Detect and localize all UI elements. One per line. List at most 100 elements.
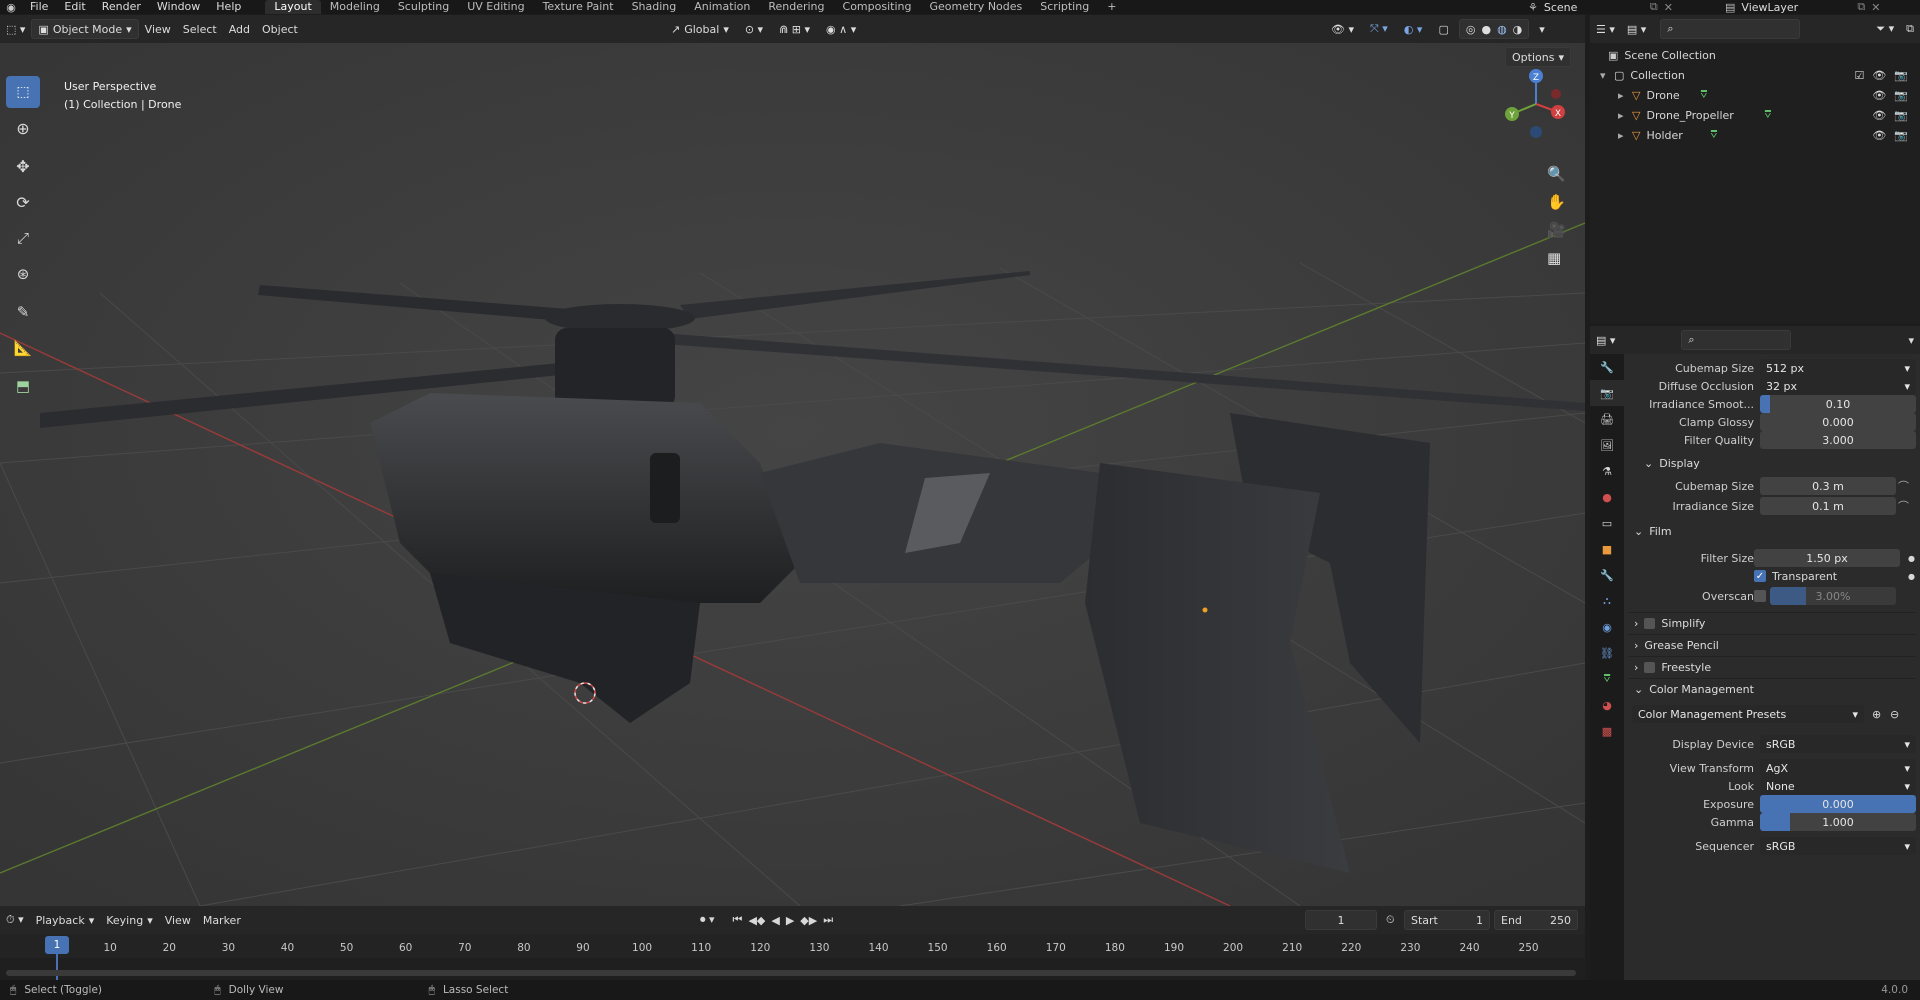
view-layer-new-icon[interactable]: ⧉ (1857, 0, 1865, 14)
grease-pencil-section-header[interactable]: › Grease Pencil (1628, 634, 1916, 656)
render-camera-icon[interactable]: 📷 (1894, 129, 1908, 142)
proportional-edit-icon[interactable]: ◉ ∧ ▾ (820, 19, 862, 39)
clamp-glossy-field[interactable]: 0.000 (1760, 413, 1916, 431)
tab-texture-paint[interactable]: Texture Paint (534, 0, 623, 14)
view-layer-tab-icon[interactable]: 🖼 (1590, 432, 1624, 458)
freestyle-checkbox[interactable] (1644, 662, 1656, 673)
timeline-editor-type-icon[interactable]: ⏱ ▾ (0, 910, 30, 930)
mode-dropdown[interactable]: ▣ Object Mode ▾ (31, 19, 139, 39)
clock-icon[interactable]: ⏲ (1386, 913, 1395, 927)
visibility-eye-icon[interactable]: 👁 (1872, 69, 1886, 82)
collection-tab-icon[interactable]: ▭ (1590, 510, 1624, 536)
tab-sculpting[interactable]: Sculpting (389, 0, 458, 14)
color-presets-dropdown[interactable]: Color Management Presets ▾ (1632, 705, 1864, 723)
particles-tab-icon[interactable]: ⛬ (1590, 588, 1624, 614)
transform-tool[interactable]: ⊛ (6, 258, 40, 290)
gizmo-toggle-icon[interactable]: ⤧ ▾ (1364, 19, 1394, 39)
menu-select[interactable]: Select (177, 19, 223, 39)
properties-options-chevron-icon[interactable]: ▾ (1902, 330, 1920, 350)
3d-viewport[interactable]: User Perspective (1) Collection | Drone … (0, 43, 1585, 906)
display-toggle-icon[interactable]: ⌒ (1898, 498, 1909, 514)
tab-compositing[interactable]: Compositing (834, 0, 921, 14)
marker-menu[interactable]: Marker (197, 910, 247, 930)
add-workspace-icon[interactable]: + (1098, 0, 1125, 14)
pan-hand-icon[interactable]: ✋ (1547, 193, 1566, 211)
select-box-tool[interactable]: ⬚ (6, 76, 40, 108)
display-device-dropdown[interactable]: sRGB ▾ (1760, 735, 1916, 753)
timeline-area[interactable]: 10 20 30 40 50 60 70 80 90 100 110 120 130 140 150 160 1… (0, 934, 1585, 980)
render-tab-icon[interactable]: 📷 (1590, 380, 1624, 406)
scene-delete-icon[interactable]: ✕ (1664, 1, 1673, 14)
wireframe-shading-icon[interactable]: ◎ (1466, 23, 1476, 36)
keying-menu[interactable]: Keying ▾ (100, 910, 158, 930)
physics-tab-icon[interactable]: ◉ (1590, 614, 1624, 640)
properties-search-input[interactable]: ⌕ (1681, 330, 1792, 350)
overlay-toggle-icon[interactable]: ◐ ▾ (1398, 19, 1429, 39)
look-dropdown[interactable]: None ▾ (1760, 777, 1916, 795)
outliner-scene-collection[interactable]: ▣ Scene Collection (1590, 45, 1920, 65)
new-collection-icon[interactable]: ⧉ (1900, 19, 1920, 39)
perspective-grid-icon[interactable]: ▦ (1547, 249, 1566, 267)
color-management-section-header[interactable]: ⌄ Color Management (1628, 678, 1916, 700)
menu-file[interactable]: File (22, 0, 56, 14)
playback-menu[interactable]: Playback ▾ (30, 910, 101, 930)
auto-keying-icon[interactable]: ⏺ ▾ (700, 913, 715, 927)
expand-arrow-icon[interactable]: ▸ (1618, 109, 1632, 122)
view-layer-delete-icon[interactable]: ✕ (1871, 1, 1880, 14)
scale-tool[interactable]: ⤢ (6, 222, 40, 254)
editor-type-icon[interactable]: ⬚ ▾ (0, 19, 31, 39)
world-tab-icon[interactable]: ● (1590, 484, 1624, 510)
filter-icon[interactable]: ⏷ ▾ (1870, 19, 1900, 39)
snap-icon[interactable]: ⋒ ⊞ ▾ (773, 19, 816, 39)
outliner-object-drone-propeller[interactable]: ▸ ▽ Drone_Propeller ⩢ 👁 📷 (1590, 105, 1920, 125)
filter-size-field[interactable]: 1.50 px (1754, 549, 1900, 567)
tab-animation[interactable]: Animation (685, 0, 759, 14)
keyframe-dot-icon[interactable]: ● (1908, 554, 1915, 563)
view-transform-dropdown[interactable]: AgX ▾ (1760, 759, 1916, 777)
add-preset-icon[interactable]: ⊕ (1872, 708, 1881, 721)
overscan-slider[interactable]: 3.00% (1770, 587, 1896, 605)
shading-options-chevron-icon[interactable]: ▾ (1533, 19, 1551, 39)
camera-view-icon[interactable]: 🎥 (1547, 221, 1566, 239)
texture-tab-icon[interactable]: ▩ (1590, 718, 1624, 744)
render-camera-icon[interactable]: 📷 (1894, 109, 1908, 122)
measure-tool[interactable]: 📐 (6, 332, 40, 364)
end-frame-field[interactable]: End 250 (1494, 910, 1578, 930)
filter-quality-field[interactable]: 3.000 (1760, 431, 1916, 449)
outliner-search-input[interactable]: ⌕ (1660, 19, 1801, 39)
menu-add[interactable]: Add (223, 19, 256, 39)
scene-tab-icon[interactable]: ⚗ (1590, 458, 1624, 484)
keyframe-dot-icon[interactable]: ● (1908, 572, 1915, 581)
move-tool[interactable]: ✥ (6, 150, 40, 182)
display-irradiance-size-field[interactable]: 0.1 m (1760, 497, 1896, 515)
scene-icon[interactable]: ⚘ (1528, 1, 1538, 14)
play-icon[interactable]: ▶ (786, 914, 794, 927)
simplify-section-header[interactable]: › Simplify (1628, 612, 1916, 634)
outliner-editor-type-icon[interactable]: ☰ ▾ (1590, 19, 1621, 39)
scene-new-icon[interactable]: ⧉ (1650, 0, 1658, 14)
exclude-checkbox-icon[interactable]: ☑ (1854, 69, 1864, 82)
overscan-checkbox[interactable] (1754, 590, 1766, 602)
menu-view[interactable]: View (139, 19, 177, 39)
visibility-icon[interactable]: 👁 ▾ (1325, 19, 1360, 39)
expand-arrow-icon[interactable]: ▸ (1618, 129, 1632, 142)
view-layer-name[interactable]: ViewLayer (1741, 1, 1851, 14)
jump-start-icon[interactable]: ⏮ (733, 913, 743, 927)
pivot-point-icon[interactable]: ⊙ ▾ (739, 19, 769, 39)
diffuse-occlusion-dropdown[interactable]: 32 px ▾ (1760, 377, 1916, 395)
irradiance-smoothing-slider[interactable]: 0.10 (1760, 395, 1916, 413)
object-tab-icon[interactable]: ■ (1590, 536, 1624, 562)
transform-orientation-dropdown[interactable]: ↗ Global ▾ (665, 19, 735, 39)
scene-name[interactable]: Scene (1544, 1, 1644, 14)
jump-keyframe-forward-icon[interactable]: ◆▶ (800, 914, 817, 927)
zoom-icon[interactable]: 🔍 (1547, 165, 1566, 183)
rendered-shading-icon[interactable]: ◑ (1513, 23, 1523, 36)
remove-preset-icon[interactable]: ⊖ (1890, 708, 1899, 721)
blender-logo-icon[interactable]: ◉ (0, 1, 22, 14)
timeline-scrollbar[interactable] (6, 970, 1576, 976)
tab-rendering[interactable]: Rendering (759, 0, 833, 14)
exposure-slider[interactable]: 0.000 (1760, 795, 1916, 813)
current-frame-field[interactable]: 1 (1305, 910, 1377, 930)
tab-layout[interactable]: Layout (265, 0, 321, 14)
jump-end-icon[interactable]: ⏭ (823, 913, 833, 927)
